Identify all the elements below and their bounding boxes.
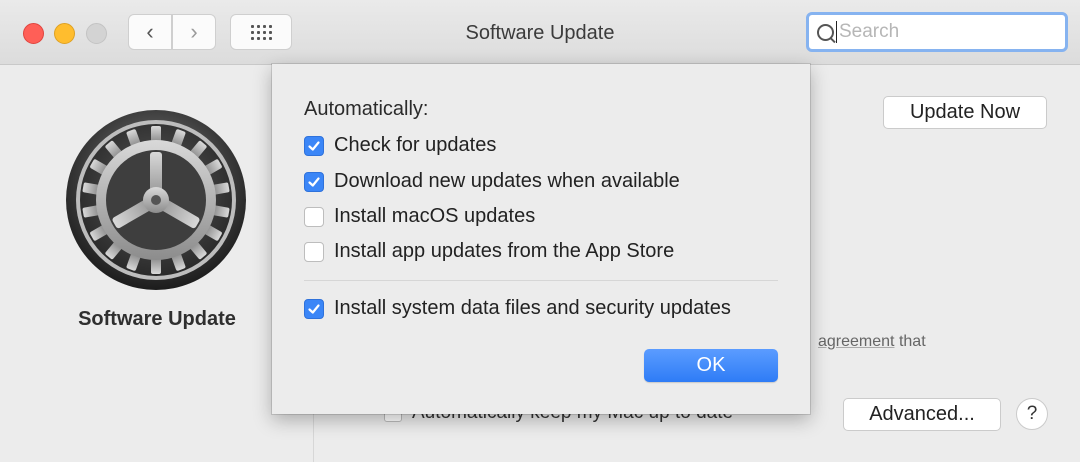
- update-now-button[interactable]: Update Now: [883, 96, 1047, 129]
- security-updates-label: Install system data files and security u…: [334, 297, 731, 319]
- download-updates-option[interactable]: Download new updates when available: [304, 170, 680, 193]
- system-preferences-window: ‹ › Software Update Search Software Upda…: [0, 0, 1080, 462]
- agreement-text: agreement that: [818, 333, 926, 351]
- agreement-rest: that: [894, 333, 926, 350]
- security-updates-option[interactable]: Install system data files and security u…: [304, 297, 731, 320]
- search-field[interactable]: [806, 12, 1068, 52]
- install-app-updates-label: Install app updates from the App Store: [334, 240, 675, 262]
- checkmark-icon: [308, 303, 320, 314]
- check-for-updates-label: Check for updates: [334, 134, 497, 156]
- check-for-updates-checkbox[interactable]: [304, 135, 324, 156]
- install-app-updates-checkbox[interactable]: [304, 241, 324, 262]
- security-updates-checkbox[interactable]: [304, 298, 324, 319]
- advanced-button[interactable]: Advanced...: [843, 398, 1001, 431]
- sheet-heading: Automatically:: [304, 98, 429, 120]
- checkmark-icon: [308, 140, 320, 151]
- install-macos-updates-option[interactable]: Install macOS updates: [304, 205, 535, 228]
- search-input[interactable]: [837, 21, 1059, 43]
- search-icon: [817, 23, 834, 41]
- agreement-link[interactable]: agreement: [818, 333, 895, 350]
- install-macos-updates-label: Install macOS updates: [334, 205, 536, 227]
- download-updates-label: Download new updates when available: [334, 170, 680, 192]
- check-for-updates-option[interactable]: Check for updates: [304, 134, 496, 157]
- install-macos-updates-checkbox[interactable]: [304, 206, 324, 227]
- title-bar: ‹ › Software Update: [0, 0, 1080, 65]
- install-app-updates-option[interactable]: Install app updates from the App Store: [304, 240, 674, 263]
- download-updates-checkbox[interactable]: [304, 171, 324, 192]
- ok-button[interactable]: OK: [644, 349, 778, 382]
- sheet-separator: [304, 280, 778, 281]
- pane-title: Software Update: [78, 308, 236, 330]
- checkmark-icon: [308, 176, 320, 187]
- software-update-gear-icon: [64, 108, 248, 292]
- help-button[interactable]: ?: [1016, 398, 1048, 430]
- automatic-updates-sheet: Automatically: Check for updates Downloa…: [272, 64, 810, 414]
